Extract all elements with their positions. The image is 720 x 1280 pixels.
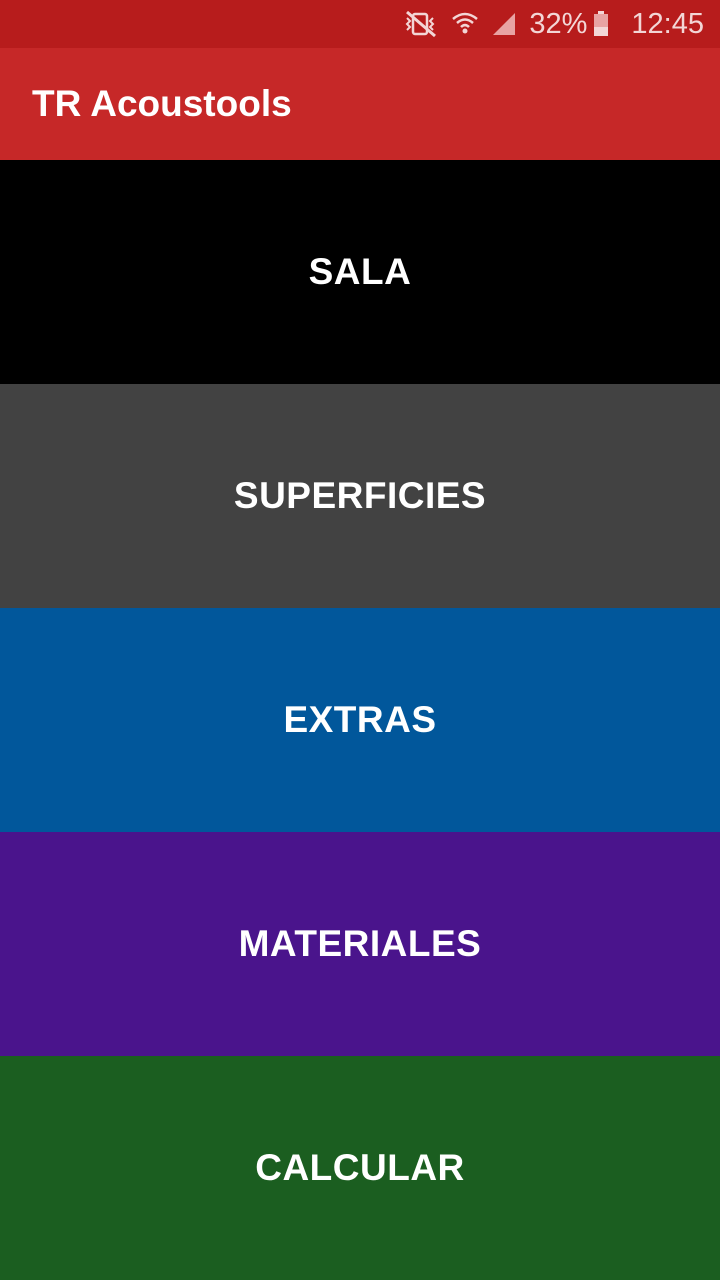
status-bar: 32% 12:45 xyxy=(0,0,720,48)
signal-icon xyxy=(491,11,517,37)
mute-vibrate-icon xyxy=(403,10,439,38)
materiales-button[interactable]: MATERIALES xyxy=(0,832,720,1056)
app-title: TR Acoustools xyxy=(32,83,292,124)
battery-icon xyxy=(593,10,609,38)
app-bar: TR Acoustools xyxy=(0,48,720,160)
superficies-button[interactable]: SUPERFICIES xyxy=(0,384,720,608)
main-menu: SALA SUPERFICIES EXTRAS MATERIALES CALCU… xyxy=(0,160,720,1280)
wifi-icon xyxy=(451,10,479,38)
extras-button[interactable]: EXTRAS xyxy=(0,608,720,832)
battery-percentage: 32% xyxy=(529,7,588,40)
calcular-button[interactable]: CALCULAR xyxy=(0,1056,720,1280)
sala-button[interactable]: SALA xyxy=(0,160,720,384)
status-time: 12:45 xyxy=(631,7,704,40)
